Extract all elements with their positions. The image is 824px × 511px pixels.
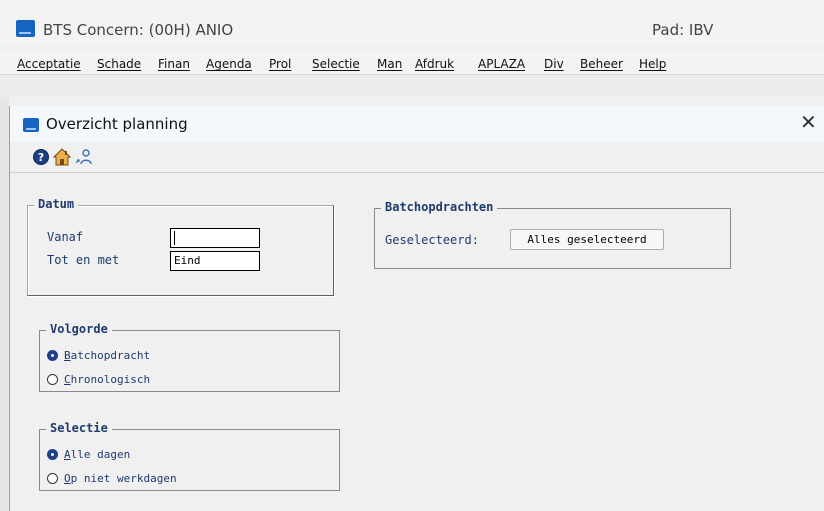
batchopdracht-label[interactable]: Batchopdracht (64, 349, 150, 362)
menu-help[interactable]: Help (639, 57, 666, 71)
close-button[interactable]: ✕ (800, 110, 817, 134)
alle-dagen-accel: A (64, 448, 71, 461)
vanaf-input[interactable] (170, 228, 260, 248)
selectie-group: Selectie Alle dagen Op niet werkdagen (39, 421, 340, 491)
window-titlebar: Overzicht planning ✕ (10, 106, 824, 142)
menu-beheer[interactable]: Beheer (580, 57, 623, 71)
app-titlebar: BTS Concern: (00H) ANIO Pad: IBV (0, 0, 824, 44)
menu-aplaza[interactable]: APLAZA (478, 57, 525, 71)
volgorde-group: Volgorde Batchopdracht Chronologisch (39, 322, 340, 392)
vanaf-label: Vanaf (47, 230, 84, 244)
totenmet-input[interactable]: Eind (170, 251, 260, 271)
alle-dagen-radio[interactable] (47, 449, 58, 460)
op-niet-werkdagen-radio[interactable] (47, 473, 58, 484)
overzicht-planning-window: Overzicht planning ✕ ? Datum Vanaf Tot e… (9, 106, 824, 511)
chronologisch-text: hronologisch (70, 373, 151, 386)
menu-afdruk[interactable]: Afdruk (415, 57, 454, 71)
menu-div[interactable]: Div (544, 57, 564, 71)
totenmet-value: Eind (174, 254, 201, 267)
text-cursor (174, 231, 175, 245)
op-niet-werkdagen-label[interactable]: Op niet werkdagen (64, 472, 177, 485)
menu-bar: Acceptatie Schade Finan Agenda Prol Sele… (0, 52, 824, 75)
chronologisch-radio[interactable] (47, 374, 58, 385)
batchopdracht-radio[interactable] (47, 350, 58, 361)
home-icon[interactable] (52, 148, 72, 166)
menu-schade[interactable]: Schade (97, 57, 141, 71)
totenmet-label: Tot en met (47, 253, 120, 267)
chronologisch-accel: C (64, 373, 71, 386)
menu-acceptatie[interactable]: Acceptatie (17, 57, 81, 71)
batchopdracht-text: atchopdracht (70, 349, 151, 362)
batchopdracht-accel: B (64, 349, 71, 362)
volgorde-legend: Volgorde (46, 322, 112, 336)
app-title: BTS Concern: (00H) ANIO (43, 21, 234, 39)
toolbar-strip (0, 75, 824, 97)
app-logo-icon (16, 20, 35, 37)
svg-text:?: ? (38, 151, 44, 164)
geselecteerd-label: Geselecteerd: (385, 233, 479, 247)
mdi-left-edge (0, 97, 9, 511)
batchopdrachten-legend: Batchopdrachten (381, 200, 498, 214)
alle-dagen-text: lle dagen (70, 448, 131, 461)
pad-indicator: Pad: IBV (652, 21, 714, 39)
datum-legend: Datum (34, 197, 79, 211)
menu-man[interactable]: Man (377, 57, 402, 71)
menu-agenda[interactable]: Agenda (206, 57, 252, 71)
datum-group: Datum Vanaf Tot en met Eind (27, 197, 334, 296)
window-title: Overzicht planning (46, 115, 188, 133)
menu-finan[interactable]: Finan (158, 57, 190, 71)
menu-prol[interactable]: Prol (269, 57, 291, 71)
window-logo-icon (23, 118, 39, 132)
help-icon[interactable]: ? (32, 148, 50, 166)
alle-dagen-label[interactable]: Alle dagen (64, 448, 130, 461)
chronologisch-label[interactable]: Chronologisch (64, 373, 150, 386)
window-toolbar: ? (10, 142, 824, 173)
menu-selectie[interactable]: Selectie (312, 57, 360, 71)
batchopdrachten-group: Batchopdrachten Geselecteerd: Alles gese… (374, 200, 731, 269)
user-link-icon[interactable] (75, 148, 93, 166)
selectie-legend: Selectie (46, 421, 112, 435)
op-niet-werkdagen-accel: O (64, 472, 71, 485)
op-niet-werkdagen-text: p niet werkdagen (70, 472, 177, 485)
alles-geselecteerd-button[interactable]: Alles geselecteerd (510, 229, 664, 250)
